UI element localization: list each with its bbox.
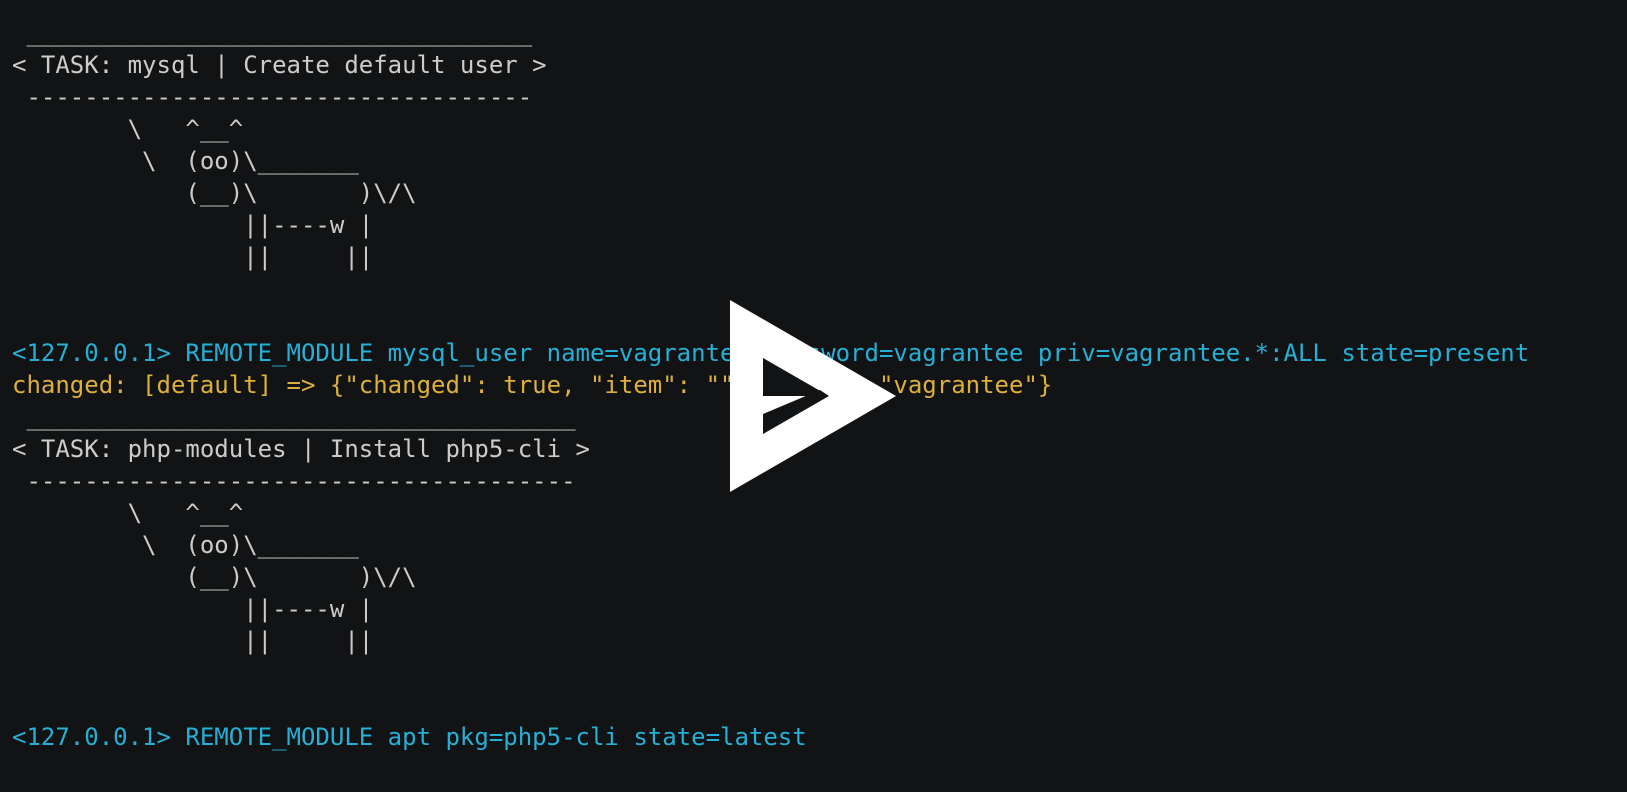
terminal-line: \ (oo)\_______	[12, 531, 359, 559]
terminal-line: ||----w |	[12, 211, 374, 239]
play-button[interactable]	[730, 300, 896, 492]
terminal-line: || ||	[12, 243, 374, 271]
terminal-line: < TASK: mysql | Create default user >	[12, 51, 547, 79]
terminal-line: (__)\ )\/\	[12, 563, 417, 591]
terminal-line: \ (oo)\_______	[12, 147, 359, 175]
terminal-line: <127.0.0.1> REMOTE_MODULE apt pkg=php5-c…	[12, 723, 807, 751]
terminal-line: \ ^__^	[12, 115, 244, 143]
terminal-line: (__)\ )\/\	[12, 179, 417, 207]
terminal-line: -----------------------------------	[12, 83, 533, 111]
terminal-line: \ ^__^	[12, 499, 244, 527]
terminal-player[interactable]: ___________________________________ < TA…	[0, 0, 1627, 792]
terminal-line: ||----w |	[12, 595, 374, 623]
asciinema-play-icon	[730, 300, 896, 492]
terminal-line: || ||	[12, 627, 374, 655]
terminal-line: ___________________________________	[12, 19, 533, 47]
